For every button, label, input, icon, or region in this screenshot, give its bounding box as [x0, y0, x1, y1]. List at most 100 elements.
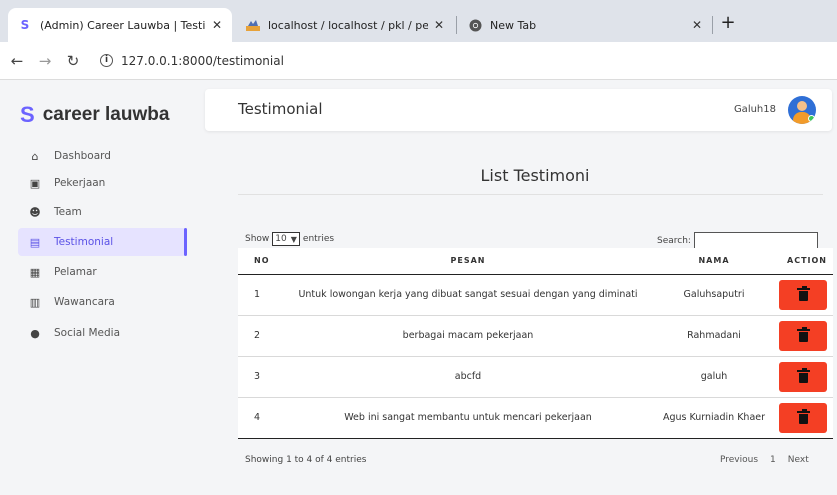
table-info: Showing 1 to 4 of 4 entries: [245, 455, 367, 465]
cell-nama: Rahmadani: [658, 315, 770, 357]
delete-button[interactable]: [779, 320, 827, 351]
sidebar-item-label: Social Media: [54, 327, 121, 339]
column-header-pesan[interactable]: PESAN: [278, 248, 658, 275]
pagination: Previous 1 Next: [720, 455, 809, 465]
trash-icon: [796, 409, 810, 424]
s-logo-icon: S: [20, 102, 35, 127]
browser-tab-bar: S (Admin) Career Lauwba | Testimo ✕ loca…: [0, 0, 837, 42]
delete-button[interactable]: [779, 402, 827, 433]
sidebar-item-pelamar[interactable]: ▦ Pelamar: [18, 258, 186, 286]
tab-separator: [712, 16, 713, 34]
previous-button[interactable]: Previous: [720, 455, 758, 465]
back-arrow-icon[interactable]: ←: [6, 52, 28, 70]
search-label: Search:: [657, 236, 691, 246]
column-header-action[interactable]: ACTION: [770, 248, 833, 275]
testimonial-table: NO PESAN NAMA ACTION 1 Untuk lowongan ke…: [238, 248, 833, 439]
briefcase-icon: ▣: [29, 176, 41, 190]
sidebar-item-team[interactable]: ☻ Team: [18, 198, 186, 226]
entries-value: 10: [275, 234, 287, 244]
trash-icon: [796, 286, 810, 301]
sidebar-item-label: Testimonial: [54, 236, 114, 248]
phpmyadmin-icon: [246, 18, 260, 32]
chrome-icon: [468, 18, 482, 32]
page-title: Testimonial: [238, 100, 323, 118]
delete-button[interactable]: [779, 279, 827, 310]
sidebar-item-testimonial[interactable]: ▤ Testimonial: [18, 228, 186, 256]
trash-icon: [796, 327, 810, 342]
divider: [238, 194, 823, 195]
brand-name: career lauwba: [42, 104, 170, 125]
delete-button[interactable]: [779, 361, 827, 392]
id-card-icon: ▦: [29, 265, 41, 279]
cell-pesan: berbagai macam pekerjaan: [278, 315, 658, 357]
chat-bubble-icon: ●: [30, 326, 40, 340]
cell-no: 3: [238, 356, 278, 398]
next-button[interactable]: Next: [788, 455, 809, 465]
tab-separator: [456, 16, 457, 34]
cell-action: [770, 274, 833, 316]
new-tab-button[interactable]: +: [716, 12, 740, 33]
sidebar-item-wawancara[interactable]: ▥ Wawancara: [18, 288, 186, 316]
browser-tab-newtab[interactable]: New Tab ✕: [458, 8, 712, 42]
entries-label: entries: [302, 234, 335, 244]
show-label: Show: [245, 234, 270, 244]
table-row: 4 Web ini sangat membantu untuk mencari …: [238, 397, 833, 439]
tab-title: localhost / localhost / pkl / pelam: [268, 18, 428, 32]
purple-s-logo-icon: S: [20, 18, 30, 32]
sidebar: S career lauwba ⌂ Dashboard ▣ Pekerjaan …: [0, 80, 192, 495]
page-1-button[interactable]: 1: [770, 455, 776, 465]
column-header-nama[interactable]: NAMA: [658, 248, 770, 275]
reload-icon[interactable]: ↻: [62, 52, 84, 70]
cell-nama: Galuhsaputri: [658, 274, 770, 316]
chevron-down-icon: ▼: [290, 234, 297, 244]
sidebar-item-pekerjaan[interactable]: ▣ Pekerjaan: [18, 169, 186, 197]
sidebar-item-label: Pelamar: [54, 266, 97, 278]
url-field[interactable]: i 127.0.0.1:8000/testimonial: [100, 54, 284, 68]
site-info-icon[interactable]: i: [100, 54, 113, 67]
cell-pesan: Untuk lowongan kerja yang dibuat sangat …: [278, 274, 658, 316]
brand-logo[interactable]: S career lauwba: [20, 102, 169, 128]
cell-action: [770, 356, 833, 398]
cell-no: 1: [238, 274, 278, 316]
table-row: 2 berbagai macam pekerjaan Rahmadani: [238, 315, 833, 357]
cell-pesan: Web ini sangat membantu untuk mencari pe…: [278, 397, 658, 439]
cell-pesan: abcfd: [278, 356, 658, 398]
cell-nama: galuh: [658, 356, 770, 398]
column-header-no[interactable]: NO: [238, 248, 278, 275]
sidebar-item-dashboard[interactable]: ⌂ Dashboard: [18, 142, 186, 170]
trash-icon: [796, 368, 810, 383]
active-indicator: [184, 228, 187, 256]
table-row: 1 Untuk lowongan kerja yang dibuat sanga…: [238, 274, 833, 316]
url-text: 127.0.0.1:8000/testimonial: [121, 53, 284, 68]
username[interactable]: Galuh18: [734, 104, 776, 115]
cell-nama: Agus Kurniadin Khaer: [658, 397, 770, 439]
sidebar-item-social-media[interactable]: ● Social Media: [18, 319, 186, 347]
sidebar-item-label: Dashboard: [54, 150, 111, 162]
close-tab-icon[interactable]: ✕: [434, 18, 444, 32]
home-icon: ⌂: [31, 149, 39, 163]
address-bar: ← → ↻ i 127.0.0.1:8000/testimonial: [0, 42, 837, 80]
avatar-head: [797, 101, 807, 111]
browser-tab-admin[interactable]: S (Admin) Career Lauwba | Testimo ✕: [8, 8, 232, 42]
entries-select[interactable]: 10 ▼: [272, 232, 300, 246]
page-header: Testimonial Galuh18: [205, 89, 832, 131]
cell-no: 2: [238, 315, 278, 357]
list-title: List Testimoni: [480, 166, 590, 185]
close-tab-icon[interactable]: ✕: [692, 18, 702, 32]
sidebar-item-label: Wawancara: [54, 296, 115, 308]
cell-action: [770, 397, 833, 439]
comment-icon: ▤: [29, 235, 41, 249]
table-header-row: NO PESAN NAMA ACTION: [238, 248, 833, 275]
calendar-icon: ▥: [29, 295, 41, 309]
close-tab-icon[interactable]: ✕: [212, 18, 222, 32]
browser-tab-phpmyadmin[interactable]: localhost / localhost / pkl / pelam ✕: [236, 8, 454, 42]
users-icon: ☻: [29, 205, 41, 219]
entries-length-control: Show 10 ▼ entries: [245, 232, 334, 246]
avatar[interactable]: [788, 96, 816, 124]
cell-no: 4: [238, 397, 278, 439]
main-content: List Testimoni Show 10 ▼ entries Search:…: [205, 140, 833, 495]
sidebar-item-label: Team: [54, 206, 82, 218]
tab-title: New Tab: [490, 18, 537, 32]
tab-title: (Admin) Career Lauwba | Testimo: [40, 18, 206, 32]
forward-arrow-icon[interactable]: →: [34, 52, 56, 70]
